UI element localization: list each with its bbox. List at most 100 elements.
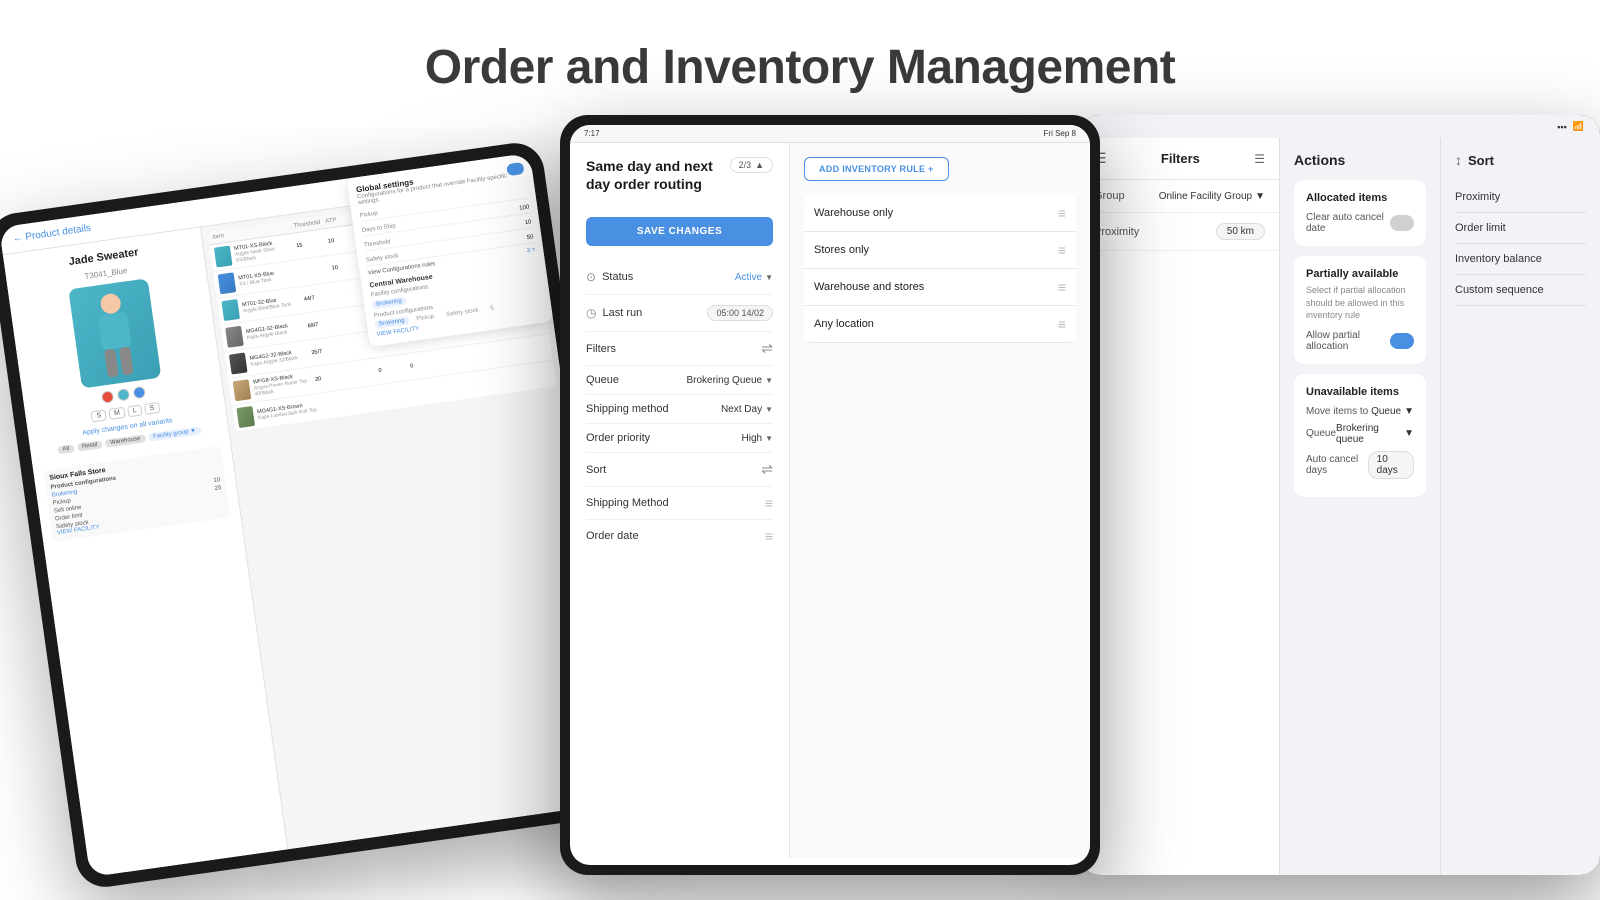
sort-panel: ↕ Sort Proximity Order limit Inventory b… xyxy=(1440,138,1600,875)
order-date-row: Order date ≡ xyxy=(586,520,773,552)
devices-area: ← Product details Jade Sweater T3041_Blu… xyxy=(0,115,1600,865)
shipping-value[interactable]: Next Day ▼ xyxy=(721,404,773,415)
priority-value[interactable]: High ▼ xyxy=(742,433,774,444)
location-stores-only: Stores only ≡ xyxy=(804,232,1076,269)
size-m[interactable]: M xyxy=(108,407,125,420)
filters-title: Filters xyxy=(1161,151,1200,166)
save-changes-button[interactable]: SAVE CHANGES xyxy=(586,217,773,246)
tab-retail[interactable]: Retail xyxy=(77,440,103,451)
config-num: 5 xyxy=(486,304,498,314)
clear-date-toggle[interactable] xyxy=(1390,215,1414,231)
status-time: 7:17 xyxy=(584,129,600,138)
middle-tablet: 7:17 Fri Sep 8 Same day and next day ord… xyxy=(560,115,1100,875)
swatch-red[interactable] xyxy=(100,390,114,404)
proximity-row: Proximity 50 km xyxy=(1080,213,1279,251)
status-label: ⊙ Status xyxy=(586,270,633,284)
wifi-icon: 📶 xyxy=(1573,121,1584,132)
proximity-label: Proximity xyxy=(1094,226,1139,238)
priority-dropdown[interactable]: ▼ xyxy=(765,434,773,443)
drag-handle-warehouse[interactable]: ≡ xyxy=(1058,205,1066,221)
partial-available-card: Partially available Select if partial al… xyxy=(1294,256,1426,364)
item-thumb xyxy=(214,246,233,268)
sort-item-inventory-balance[interactable]: Inventory balance xyxy=(1455,244,1586,275)
tab-facility-group[interactable]: Facility group ▼ xyxy=(148,426,202,441)
partial-title: Partially available xyxy=(1306,268,1414,280)
allocated-items-card: Allocated items Clear auto cancel date xyxy=(1294,180,1426,246)
queue-dropdown-arrow[interactable]: ▼ xyxy=(765,376,773,385)
sort-item-custom-sequence[interactable]: Custom sequence xyxy=(1455,275,1586,306)
routing-title: Same day and next day order routing xyxy=(586,157,730,193)
size-s[interactable]: S xyxy=(91,409,107,422)
queue-value2[interactable]: Brokering queue ▼ xyxy=(1336,423,1414,445)
drag-handle-stores[interactable]: ≡ xyxy=(1058,242,1066,258)
shipping-method-row: Shipping method Next Day ▼ xyxy=(586,395,773,424)
add-inventory-rule-button[interactable]: ADD INVENTORY RULE + xyxy=(804,157,949,181)
sort-item-proximity[interactable]: Proximity xyxy=(1455,182,1586,213)
product-screen: ← Product details Jade Sweater T3041_Blu… xyxy=(0,153,621,877)
move-items-value[interactable]: Queue ▼ xyxy=(1371,406,1414,417)
clock-icon: ⊙ xyxy=(586,270,596,284)
auto-cancel-row: Auto cancel days 10 days xyxy=(1306,451,1414,479)
shipping-dropdown[interactable]: ▼ xyxy=(765,405,773,414)
left-tablet-screen: ← Product details Jade Sweater T3041_Blu… xyxy=(0,153,621,877)
allow-partial-toggle[interactable] xyxy=(1390,333,1414,349)
filter-right-icon: ☰ xyxy=(1254,152,1265,166)
group-value[interactable]: Online Facility Group ▼ xyxy=(1159,191,1265,202)
middle-right-panel: ADD INVENTORY RULE + Warehouse only ≡ St… xyxy=(790,143,1090,858)
back-button[interactable]: ← Product details xyxy=(12,223,92,245)
left-tablet: ← Product details Jade Sweater T3041_Blu… xyxy=(0,139,635,890)
drag-handle-warehouse-stores[interactable]: ≡ xyxy=(1058,279,1066,295)
status-date: Fri Sep 8 xyxy=(1044,129,1076,138)
middle-left-panel: Same day and next day order routing 2/3 … xyxy=(570,143,790,858)
location-options: Warehouse only ≡ Stores only ≡ Warehouse… xyxy=(804,195,1076,343)
shipping-method2-row: Shipping Method ≡ xyxy=(586,487,773,520)
filters-row[interactable]: Filters ⇌ xyxy=(586,332,773,366)
page-title-area: Order and Inventory Management xyxy=(0,0,1600,115)
status-value: Active xyxy=(735,272,762,283)
sort-arrows-icon: ↕ xyxy=(1455,152,1462,168)
tab-warehouse[interactable]: Warehouse xyxy=(105,434,146,448)
last-run-row: ◷ Last run 05:00 14/02 xyxy=(586,295,773,332)
item-thumb xyxy=(233,379,252,401)
item-thumb xyxy=(225,326,244,348)
col-threshold: Threshold xyxy=(293,219,324,229)
sort-row[interactable]: Sort ⇌ xyxy=(586,453,773,487)
item-thumb xyxy=(236,406,255,428)
drag-handle-any[interactable]: ≡ xyxy=(1058,316,1066,332)
size-l[interactable]: L xyxy=(127,404,142,417)
central-brokering: Brokering xyxy=(372,297,406,310)
partial-desc: Select if partial allocation should be a… xyxy=(1306,284,1414,322)
right-content: ☰ Filters ☰ Group Online Facility Group … xyxy=(1080,138,1600,875)
product-body: Jade Sweater T3041_Blue xyxy=(3,181,621,877)
queue-row: Queue Brokering Queue ▼ xyxy=(586,366,773,395)
item-thumb xyxy=(218,272,237,294)
drag-handle-shipping: ≡ xyxy=(765,495,773,511)
middle-status-bar: 7:17 Fri Sep 8 xyxy=(570,125,1090,143)
color-swatches xyxy=(100,386,145,404)
middle-tablet-screen: 7:17 Fri Sep 8 Same day and next day ord… xyxy=(570,125,1090,865)
tab-all[interactable]: All xyxy=(57,444,75,454)
sort-item-order-limit[interactable]: Order limit xyxy=(1455,213,1586,244)
queue-row2: Queue Brokering queue ▼ xyxy=(1306,423,1414,445)
swatch-teal[interactable] xyxy=(116,388,130,402)
group-dropdown-arrow: ▼ xyxy=(1255,191,1265,202)
swatch-blue[interactable] xyxy=(132,386,146,400)
actions-title: Actions xyxy=(1294,152,1426,168)
queue-value[interactable]: Brokering Queue ▼ xyxy=(686,375,773,386)
filters-header: ☰ Filters ☰ xyxy=(1080,138,1279,180)
proximity-value: 50 km xyxy=(1216,223,1265,240)
status-dropdown-arrow[interactable]: ▼ xyxy=(765,273,773,282)
product-name: Jade Sweater xyxy=(68,246,139,268)
right-status-bar: ▪▪▪ 📶 xyxy=(1080,115,1600,138)
move-dropdown: ▼ xyxy=(1404,406,1414,417)
size-s2[interactable]: S xyxy=(144,402,160,415)
filters-group-row: Group Online Facility Group ▼ xyxy=(1080,180,1279,213)
signal-icon: ▪▪▪ xyxy=(1557,122,1567,132)
filter-icon: ⇌ xyxy=(761,340,773,357)
status-row: ⊙ Status Active ▼ xyxy=(586,260,773,295)
timer-icon: ◷ xyxy=(586,306,596,320)
location-warehouse-stores: Warehouse and stores ≡ xyxy=(804,269,1076,306)
unavailable-title: Unavailable items xyxy=(1306,386,1414,398)
right-panel-screen: ▪▪▪ 📶 ☰ Filters ☰ Group Online Facility … xyxy=(1080,115,1600,875)
clear-date-row: Clear auto cancel date xyxy=(1306,212,1414,234)
